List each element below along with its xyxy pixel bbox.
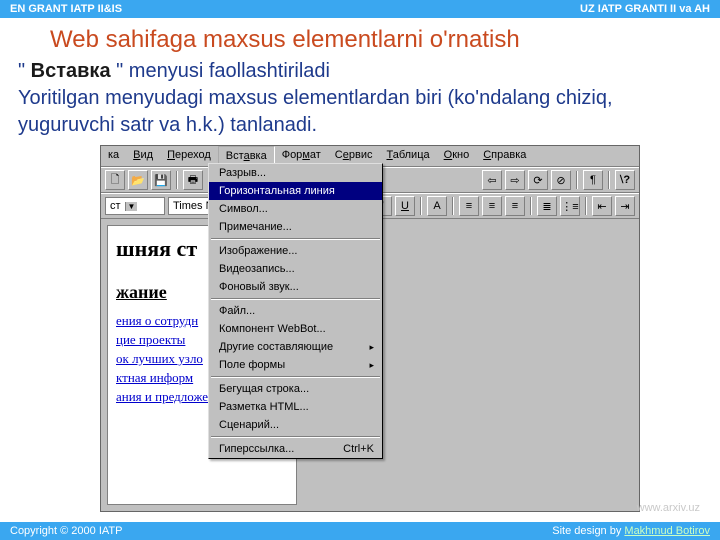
underline-icon[interactable]: U (395, 196, 415, 216)
forward-icon[interactable]: ⇨ (505, 170, 525, 190)
submenu-arrow-icon (369, 341, 374, 353)
align-right-icon[interactable]: ≡ (505, 196, 525, 216)
menu-item[interactable]: Вид (126, 146, 160, 166)
menu-item[interactable]: Другие составляющие (209, 338, 382, 356)
back-icon[interactable]: ⇦ (482, 170, 502, 190)
separator (530, 197, 532, 215)
slide-footer: Copyright © 2000 IATP Site design by Mak… (0, 522, 720, 540)
separator (585, 197, 587, 215)
open-icon[interactable]: 📂 (128, 170, 148, 190)
menu-item[interactable]: Таблица (379, 146, 436, 166)
submenu-arrow-icon (369, 359, 374, 371)
menu-item[interactable]: Разметка HTML... (209, 398, 382, 416)
watermark: www.arxiv.uz (637, 502, 700, 514)
refresh-icon[interactable]: ⟳ (528, 170, 548, 190)
designer-link[interactable]: Makhmud Botirov (624, 525, 710, 537)
menu-item[interactable]: Окно (437, 146, 477, 166)
body-text: " Вставка " menyusi faollashtiriladi Yor… (0, 58, 720, 145)
help-icon[interactable]: ⧵? (615, 170, 635, 190)
menu-item[interactable]: Бегущая строка... (209, 380, 382, 398)
credit: Site design by Makhmud Botirov (552, 525, 710, 537)
menu-item[interactable]: Компонент WebBot... (209, 320, 382, 338)
separator (608, 171, 610, 189)
insert-dropdown-menu[interactable]: Разрыв...Горизонтальная линияСимвол...Пр… (208, 163, 383, 459)
style-combo[interactable]: ст▼ (105, 197, 165, 215)
menu-item[interactable]: Изображение... (209, 242, 382, 260)
menu-item[interactable]: Фоновый звук... (209, 278, 382, 296)
separator (176, 171, 178, 189)
page-title: Web sahifaga maxsus elementlarni o'rnati… (0, 18, 720, 58)
separator (576, 171, 578, 189)
separator (452, 197, 454, 215)
separator (420, 197, 422, 215)
align-left-icon[interactable]: ≡ (459, 196, 479, 216)
menu-item[interactable]: Горизонтальная линия (209, 182, 382, 200)
menu-item[interactable]: Справка (476, 146, 533, 166)
menu-item[interactable]: Примечание... (209, 218, 382, 236)
outdent-icon[interactable]: ⇤ (592, 196, 612, 216)
text-color-icon[interactable]: A (427, 196, 447, 216)
menu-separator (211, 238, 380, 240)
print-icon[interactable]: 🖶 (183, 170, 203, 190)
copyright: Copyright © 2000 IATP (10, 525, 122, 537)
menu-item[interactable]: Видеозапись... (209, 260, 382, 278)
menu-separator (211, 436, 380, 438)
align-center-icon[interactable]: ≡ (482, 196, 502, 216)
menu-item[interactable]: Гиперссылка...Ctrl+K (209, 440, 382, 458)
menu-separator (211, 298, 380, 300)
topbar-left: EN GRANT IATP II&IS (10, 3, 122, 15)
menu-item[interactable]: Файл... (209, 302, 382, 320)
new-icon[interactable]: 🗋 (105, 170, 125, 190)
slide-topbar: EN GRANT IATP II&IS UZ IATP GRANTI II va… (0, 0, 720, 18)
menu-separator (211, 376, 380, 378)
indent-icon[interactable]: ⇥ (615, 196, 635, 216)
app-window: ка Вид Переход Вставка Формат Сервис Таб… (100, 145, 640, 512)
topbar-right: UZ IATP GRANTI II va AH (580, 3, 710, 15)
list-icon[interactable]: ≣ (537, 196, 557, 216)
chevron-down-icon[interactable]: ▼ (125, 202, 138, 211)
save-icon[interactable]: 💾 (151, 170, 171, 190)
menu-item[interactable]: Символ... (209, 200, 382, 218)
menu-item[interactable]: ка (101, 146, 126, 166)
menu-item[interactable]: Сценарий... (209, 416, 382, 434)
menu-item[interactable]: Разрыв... (209, 164, 382, 182)
pilcrow-icon[interactable]: ¶ (583, 170, 603, 190)
bullet-icon[interactable]: ⋮≡ (560, 196, 580, 216)
stop-icon[interactable]: ⊘ (551, 170, 571, 190)
menu-item[interactable]: Поле формы (209, 356, 382, 374)
